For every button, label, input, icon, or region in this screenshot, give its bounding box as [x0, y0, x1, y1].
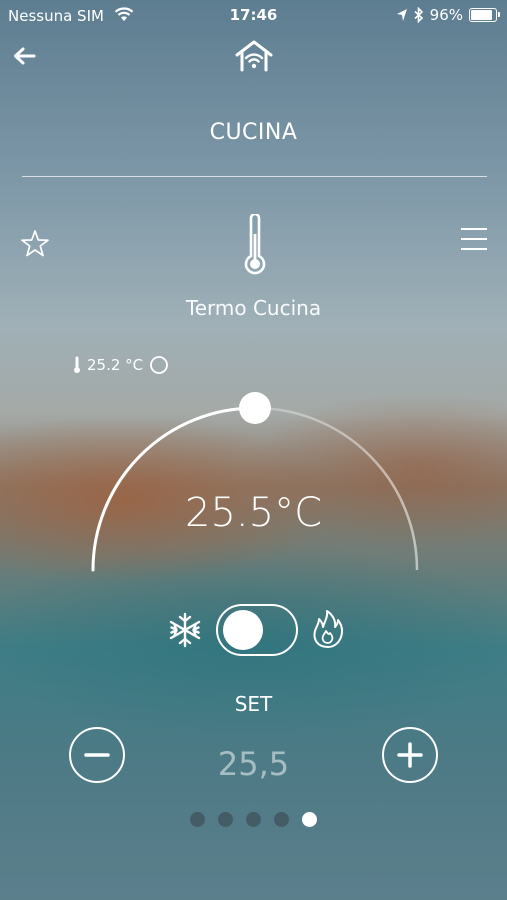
page-indicator[interactable] [0, 812, 507, 827]
setpoint-display: 25.5°C [185, 490, 322, 536]
bluetooth-icon [414, 7, 423, 23]
small-thermometer-icon [74, 356, 80, 374]
page-dot[interactable] [218, 812, 233, 827]
title-divider [22, 176, 487, 177]
status-bar: Nessuna SIM 17:46 96% [0, 0, 507, 30]
dial-progress [91, 406, 257, 572]
device-name: Termo Cucina [185, 296, 322, 320]
set-label: SET [234, 692, 273, 716]
mode-toggle[interactable] [216, 604, 298, 656]
dial-track [91, 406, 419, 571]
page-dot[interactable] [274, 812, 289, 827]
plus-icon [397, 742, 423, 768]
back-arrow-icon[interactable] [12, 46, 36, 66]
star-outline-icon[interactable] [20, 229, 50, 257]
increase-button[interactable] [382, 727, 438, 783]
thermometer-icon [244, 214, 266, 275]
dial-knob[interactable] [239, 392, 271, 424]
page-dot[interactable] [190, 812, 205, 827]
page-dot[interactable] [302, 812, 317, 827]
battery-percentage: 96% [429, 6, 463, 24]
room-title: CUCINA [209, 120, 298, 145]
temperature-dial[interactable] [80, 392, 430, 582]
page-dot[interactable] [246, 812, 261, 827]
smart-home-wifi-icon[interactable] [235, 40, 273, 72]
snowflake-icon[interactable] [166, 611, 204, 649]
mode-toggle-knob[interactable] [223, 610, 263, 650]
location-arrow-icon [396, 9, 407, 21]
hamburger-menu-icon[interactable] [460, 227, 488, 251]
status-circle-icon [150, 356, 169, 374]
status-right: 96% [396, 6, 500, 24]
battery-icon [469, 8, 500, 22]
current-temperature: 25.2 °C [73, 355, 169, 375]
current-temperature-value: 25.2 °C [87, 356, 144, 374]
flame-icon[interactable] [311, 609, 345, 649]
